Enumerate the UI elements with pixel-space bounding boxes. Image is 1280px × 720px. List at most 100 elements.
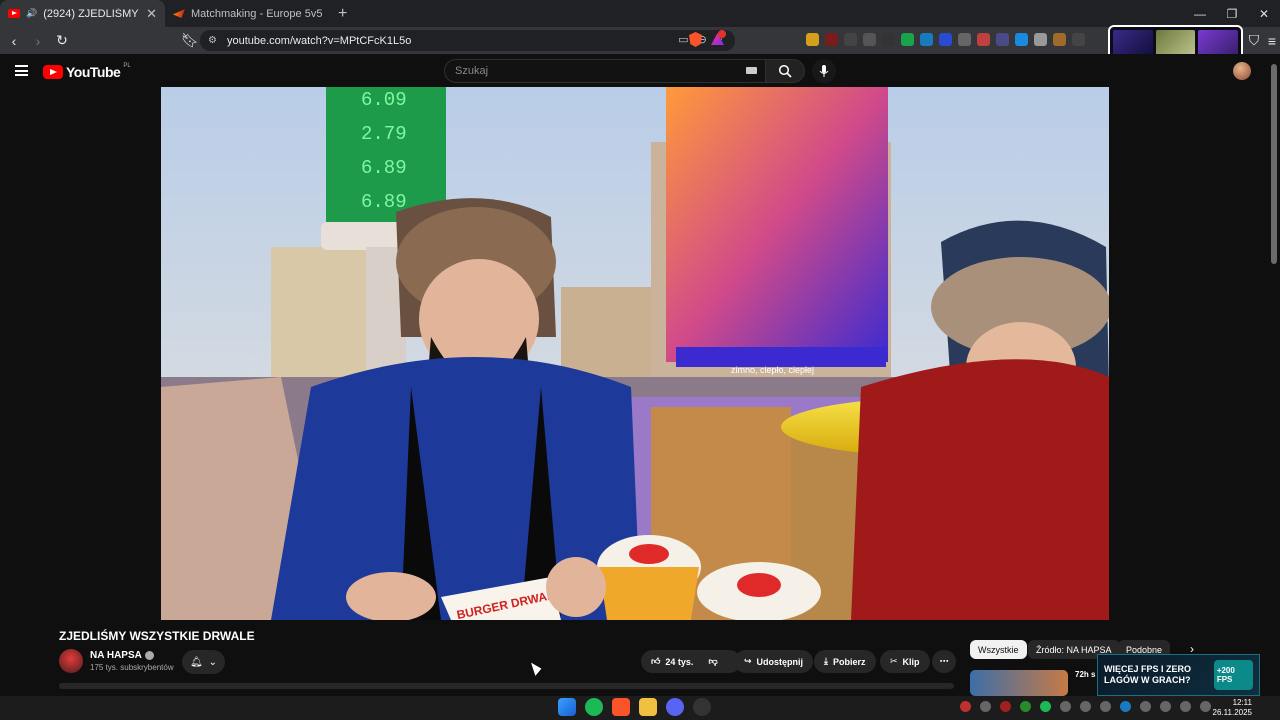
- tray-icon[interactable]: [1080, 701, 1091, 712]
- youtube-logo[interactable]: YouTube PL: [43, 63, 131, 80]
- brave-icon[interactable]: [612, 698, 630, 716]
- tab-title: Matchmaking - Europe 5v5 Queue - FACEIT: [191, 7, 322, 20]
- back-icon[interactable]: ‹: [4, 31, 24, 51]
- menu-icon[interactable]: ≡: [1262, 31, 1280, 51]
- minimize-icon[interactable]: —: [1184, 0, 1216, 27]
- extension-icon[interactable]: [806, 33, 819, 46]
- tray-icon[interactable]: [1020, 701, 1031, 712]
- like-count: 24 tys.: [665, 656, 694, 667]
- windows-start-icon[interactable]: [558, 698, 576, 716]
- extension-icon[interactable]: [1072, 33, 1085, 46]
- ad-text: WIĘCEJ FPS I ZERO LAGÓW W GRACH?: [1104, 664, 1208, 686]
- tray-icon[interactable]: [980, 701, 991, 712]
- discord-icon[interactable]: [666, 698, 684, 716]
- clip-label: Klip: [902, 656, 920, 667]
- cast-icon[interactable]: ▭: [678, 33, 688, 46]
- youtube-favicon-icon: [8, 9, 20, 18]
- verified-icon: [144, 650, 154, 660]
- extensions-bar: [806, 33, 1085, 46]
- network-icon[interactable]: [1180, 701, 1191, 712]
- maximize-icon[interactable]: ❐: [1216, 0, 1248, 27]
- clip-button[interactable]: ✂ Klip: [880, 650, 930, 673]
- tray-icon[interactable]: [1000, 701, 1011, 712]
- share-button[interactable]: ↪ Udostępnij: [734, 650, 814, 673]
- tray-icon[interactable]: [1060, 701, 1071, 712]
- close-tab-icon[interactable]: ✕: [146, 6, 157, 22]
- close-window-icon[interactable]: ✕: [1248, 0, 1280, 27]
- extension-icon[interactable]: [977, 33, 990, 46]
- reload-icon[interactable]: ↻: [52, 31, 72, 51]
- steam-icon[interactable]: [693, 698, 711, 716]
- new-tab-button[interactable]: +: [330, 0, 355, 27]
- video-player[interactable]: zimno, ciepło, ciepłej 6.09 2.79 6.89 6.…: [161, 87, 1109, 620]
- related-video-thumbnail[interactable]: [970, 670, 1068, 696]
- clock[interactable]: 12:11 26.11.2025: [1208, 698, 1252, 718]
- tray-icon[interactable]: [960, 701, 971, 712]
- like-button[interactable]: 👍︎ 24 tys.: [651, 656, 693, 667]
- tab-title: (2924) ZJEDLIŚMY WSZYSTKIE DRWALE - YouT…: [43, 7, 140, 20]
- download-button[interactable]: ⤓ Pobierz: [814, 650, 876, 673]
- price-1: 6.09: [361, 89, 407, 111]
- spotify-icon[interactable]: [585, 698, 603, 716]
- subscribe-bell-button[interactable]: 🔔︎ ⌄: [182, 650, 225, 674]
- thumbs-up-icon: 👍︎: [651, 656, 661, 666]
- extension-icon[interactable]: [882, 33, 895, 46]
- mural-caption: zimno, ciepło, ciepłej: [731, 365, 814, 375]
- search-input[interactable]: Szukaj: [444, 59, 766, 83]
- tray-icon[interactable]: [1040, 701, 1051, 712]
- extension-icon[interactable]: [996, 33, 1009, 46]
- related-video-title[interactable]: 72h s: [1075, 670, 1095, 679]
- chip-all[interactable]: Wszystkie: [970, 640, 1027, 659]
- voice-search-button[interactable]: [812, 59, 836, 83]
- site-info-icon[interactable]: ⚙: [208, 35, 217, 46]
- tab-faceit[interactable]: Matchmaking - Europe 5v5 Queue - FACEIT: [165, 0, 330, 27]
- url-text: youtube.com/watch?v=MPtCFcK1L5o: [226, 34, 412, 47]
- description-box[interactable]: [59, 683, 954, 689]
- ad-banner[interactable]: WIĘCEJ FPS I ZERO LAGÓW W GRACH? +200 FPS: [1097, 654, 1260, 696]
- keyboard-icon[interactable]: [746, 67, 757, 74]
- extension-icon[interactable]: [958, 33, 971, 46]
- download-label: Pobierz: [832, 656, 866, 667]
- channel-name[interactable]: NA HAPSA: [90, 650, 154, 661]
- speaker-icon[interactable]: 🔊: [26, 8, 37, 19]
- forward-icon[interactable]: ›: [28, 31, 48, 51]
- extension-icon[interactable]: [1015, 33, 1028, 46]
- search-button[interactable]: [765, 59, 805, 83]
- mural: [666, 87, 888, 362]
- tab-bar: 🔊 (2924) ZJEDLIŚMY WSZYSTKIE DRWALE - Yo…: [0, 0, 1280, 27]
- extension-icon[interactable]: [1053, 33, 1066, 46]
- extension-icon[interactable]: [825, 33, 838, 46]
- tray-icon[interactable]: [1140, 701, 1151, 712]
- dislike-button[interactable]: 👎︎: [708, 656, 717, 667]
- tab-youtube[interactable]: 🔊 (2924) ZJEDLIŚMY WSZYSTKIE DRWALE - Yo…: [0, 0, 165, 27]
- file-explorer-icon[interactable]: [639, 698, 657, 716]
- more-actions-button[interactable]: ⋯: [932, 650, 956, 673]
- extension-icon[interactable]: [920, 33, 933, 46]
- subscriber-count: 175 tys. subskrybentów: [90, 663, 174, 672]
- wallet-icon[interactable]: ⛉: [1244, 31, 1264, 51]
- avatar[interactable]: [1233, 62, 1251, 80]
- url-field[interactable]: ⚙ youtube.com/watch?v=MPtCFcK1L5o ▭ ⊖ ⇪: [200, 30, 735, 51]
- bookmark-icon[interactable]: 🔖︎: [180, 31, 200, 51]
- menu-hamburger-icon[interactable]: [15, 65, 28, 76]
- scissors-icon: ✂: [890, 656, 898, 666]
- bell-icon: 🔔︎: [189, 656, 203, 668]
- microphone-icon[interactable]: [1160, 701, 1171, 712]
- microphone-icon: [819, 64, 829, 77]
- page-scrollbar[interactable]: [1271, 64, 1277, 264]
- tray-icon[interactable]: [1100, 701, 1111, 712]
- video-frame: zimno, ciepło, ciepłej 6.09 2.79 6.89 6.…: [161, 87, 1109, 620]
- clock-date: 26.11.2025: [1212, 708, 1252, 717]
- youtube-play-icon: [43, 65, 63, 79]
- price-4: 6.89: [361, 191, 407, 213]
- person-right: [851, 359, 1109, 620]
- channel-avatar[interactable]: [59, 649, 83, 673]
- extension-icon[interactable]: [863, 33, 876, 46]
- tray-icon[interactable]: [1120, 701, 1131, 712]
- clock-time: 12:11: [1232, 698, 1252, 707]
- search-placeholder: Szukaj: [455, 65, 489, 77]
- extension-icon[interactable]: [901, 33, 914, 46]
- extension-icon[interactable]: [844, 33, 857, 46]
- extension-icon[interactable]: [939, 33, 952, 46]
- extension-icon[interactable]: [1034, 33, 1047, 46]
